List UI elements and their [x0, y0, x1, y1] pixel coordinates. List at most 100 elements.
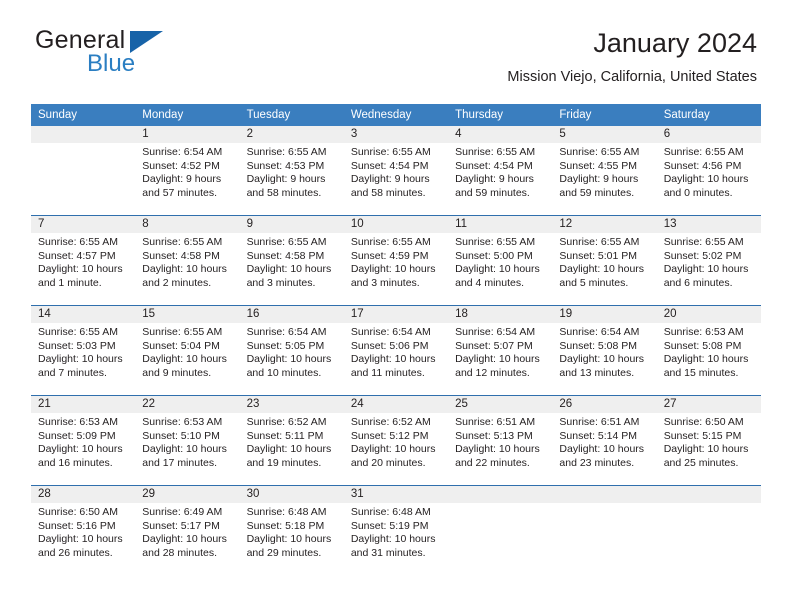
brand-name-blue: Blue	[87, 50, 136, 77]
weekday-header-thursday: Thursday	[455, 109, 504, 121]
sunset-text: Sunset: 5:12 PM	[350, 429, 429, 442]
day-cell[interactable]: Sunrise: 6:49 AM Sunset: 5:17 PM Dayligh…	[135, 503, 239, 575]
day-number[interactable]	[448, 486, 552, 503]
day-cell[interactable]: Sunrise: 6:54 AM Sunset: 5:06 PM Dayligh…	[344, 323, 448, 395]
daylight-text: Daylight: 10 hours and 12 minutes.	[455, 353, 540, 379]
day-cell[interactable]: Sunrise: 6:53 AM Sunset: 5:09 PM Dayligh…	[31, 413, 135, 485]
day-cell[interactable]: Sunrise: 6:55 AM Sunset: 5:02 PM Dayligh…	[657, 233, 761, 305]
day-cell[interactable]: Sunrise: 6:54 AM Sunset: 5:07 PM Dayligh…	[448, 323, 552, 395]
calendar-week-row: 7 8 9 10 11 12 13 Sunrise: 6:55 AM Sunse…	[31, 215, 761, 305]
day-cell[interactable]: Sunrise: 6:55 AM Sunset: 4:58 PM Dayligh…	[240, 233, 344, 305]
day-number[interactable]: 3	[344, 126, 448, 143]
day-cell[interactable]	[552, 503, 656, 575]
day-number[interactable]: 31	[344, 486, 448, 503]
day-cell[interactable]: Sunrise: 6:55 AM Sunset: 5:00 PM Dayligh…	[448, 233, 552, 305]
day-cell[interactable]: Sunrise: 6:54 AM Sunset: 5:08 PM Dayligh…	[552, 323, 656, 395]
day-cell[interactable]: Sunrise: 6:53 AM Sunset: 5:10 PM Dayligh…	[135, 413, 239, 485]
day-number[interactable]: 11	[448, 216, 552, 233]
day-cell[interactable]: Sunrise: 6:55 AM Sunset: 5:04 PM Dayligh…	[135, 323, 239, 395]
day-number[interactable]	[552, 486, 656, 503]
day-number-row: 28 29 30 31	[31, 486, 761, 503]
day-cell[interactable]: Sunrise: 6:55 AM Sunset: 4:59 PM Dayligh…	[344, 233, 448, 305]
day-number[interactable]: 20	[657, 306, 761, 323]
day-number[interactable]	[31, 126, 135, 143]
day-cell[interactable]: Sunrise: 6:55 AM Sunset: 4:54 PM Dayligh…	[344, 143, 448, 215]
day-number[interactable]: 6	[657, 126, 761, 143]
daylight-text: Daylight: 10 hours and 23 minutes.	[559, 443, 645, 469]
day-number[interactable]: 17	[344, 306, 448, 323]
sunrise-text: Sunrise: 6:55 AM	[559, 236, 640, 248]
day-number[interactable]: 18	[448, 306, 552, 323]
day-number[interactable]: 30	[240, 486, 344, 503]
day-number[interactable]: 5	[552, 126, 656, 143]
day-cell[interactable]: Sunrise: 6:50 AM Sunset: 5:16 PM Dayligh…	[31, 503, 135, 575]
daylight-text: Daylight: 10 hours and 17 minutes.	[142, 443, 227, 469]
day-cell[interactable]: Sunrise: 6:55 AM Sunset: 4:57 PM Dayligh…	[31, 233, 135, 305]
day-cell[interactable]: Sunrise: 6:48 AM Sunset: 5:19 PM Dayligh…	[344, 503, 448, 575]
day-cell[interactable]: Sunrise: 6:48 AM Sunset: 5:18 PM Dayligh…	[240, 503, 344, 575]
daylight-text: Daylight: 10 hours and 4 minutes.	[455, 263, 540, 289]
daylight-text: Daylight: 10 hours and 11 minutes.	[350, 353, 436, 379]
day-number[interactable]: 24	[344, 396, 448, 413]
day-number[interactable]: 22	[135, 396, 239, 413]
day-number[interactable]: 28	[31, 486, 135, 503]
day-number[interactable]: 21	[31, 396, 135, 413]
day-number[interactable]: 29	[135, 486, 239, 503]
day-cell[interactable]: Sunrise: 6:52 AM Sunset: 5:12 PM Dayligh…	[344, 413, 448, 485]
sunrise-text: Sunrise: 6:55 AM	[142, 326, 223, 338]
day-number[interactable]: 27	[657, 396, 761, 413]
daylight-text: Daylight: 10 hours and 7 minutes.	[38, 353, 123, 379]
sunset-text: Sunset: 5:18 PM	[246, 519, 325, 532]
page-title: January 2024	[593, 28, 757, 58]
day-cell[interactable]: Sunrise: 6:52 AM Sunset: 5:11 PM Dayligh…	[240, 413, 344, 485]
daylight-text: Daylight: 10 hours and 13 minutes.	[559, 353, 645, 379]
day-number[interactable]: 10	[344, 216, 448, 233]
day-cell[interactable]: Sunrise: 6:50 AM Sunset: 5:15 PM Dayligh…	[657, 413, 761, 485]
day-number[interactable]: 12	[552, 216, 656, 233]
day-detail-row: Sunrise: 6:55 AM Sunset: 4:57 PM Dayligh…	[31, 233, 761, 305]
day-number[interactable]: 26	[552, 396, 656, 413]
day-cell[interactable]: Sunrise: 6:55 AM Sunset: 4:53 PM Dayligh…	[240, 143, 344, 215]
day-number[interactable]	[657, 486, 761, 503]
day-cell[interactable]: Sunrise: 6:51 AM Sunset: 5:13 PM Dayligh…	[448, 413, 552, 485]
day-number[interactable]: 13	[657, 216, 761, 233]
daylight-text: Daylight: 10 hours and 19 minutes.	[246, 443, 332, 469]
day-number[interactable]: 15	[135, 306, 239, 323]
day-cell[interactable]: Sunrise: 6:55 AM Sunset: 4:56 PM Dayligh…	[657, 143, 761, 215]
daylight-text: Daylight: 9 hours and 58 minutes.	[246, 173, 326, 199]
page-header: General Blue January 2024 Mission Viejo,…	[35, 26, 757, 96]
day-number[interactable]: 8	[135, 216, 239, 233]
sunset-text: Sunset: 5:08 PM	[559, 339, 638, 352]
day-cell[interactable]: Sunrise: 6:54 AM Sunset: 5:05 PM Dayligh…	[240, 323, 344, 395]
day-cell[interactable]	[31, 143, 135, 215]
day-number[interactable]: 16	[240, 306, 344, 323]
sunset-text: Sunset: 4:53 PM	[246, 159, 325, 172]
day-cell[interactable]: Sunrise: 6:55 AM Sunset: 5:03 PM Dayligh…	[31, 323, 135, 395]
day-number[interactable]: 14	[31, 306, 135, 323]
day-number[interactable]: 23	[240, 396, 344, 413]
day-cell[interactable]	[657, 503, 761, 575]
day-number[interactable]: 4	[448, 126, 552, 143]
day-cell[interactable]: Sunrise: 6:55 AM Sunset: 5:01 PM Dayligh…	[552, 233, 656, 305]
sunrise-text: Sunrise: 6:54 AM	[455, 326, 536, 338]
day-number[interactable]: 2	[240, 126, 344, 143]
day-number[interactable]: 7	[31, 216, 135, 233]
sunrise-text: Sunrise: 6:51 AM	[455, 416, 536, 428]
day-cell[interactable]: Sunrise: 6:55 AM Sunset: 4:58 PM Dayligh…	[135, 233, 239, 305]
day-number[interactable]: 1	[135, 126, 239, 143]
daylight-text: Daylight: 9 hours and 59 minutes.	[559, 173, 639, 199]
day-cell[interactable]: Sunrise: 6:55 AM Sunset: 4:55 PM Dayligh…	[552, 143, 656, 215]
sunrise-text: Sunrise: 6:53 AM	[142, 416, 223, 428]
day-cell[interactable]: Sunrise: 6:51 AM Sunset: 5:14 PM Dayligh…	[552, 413, 656, 485]
sunrise-text: Sunrise: 6:53 AM	[38, 416, 118, 428]
day-cell[interactable]: Sunrise: 6:53 AM Sunset: 5:08 PM Dayligh…	[657, 323, 761, 395]
day-number[interactable]: 25	[448, 396, 552, 413]
day-number[interactable]: 19	[552, 306, 656, 323]
day-number[interactable]: 9	[240, 216, 344, 233]
title-block: January 2024 Mission Viejo, California, …	[507, 26, 757, 88]
day-cell[interactable]: Sunrise: 6:55 AM Sunset: 4:54 PM Dayligh…	[448, 143, 552, 215]
day-cell[interactable]	[448, 503, 552, 575]
sunset-text: Sunset: 5:00 PM	[455, 249, 533, 262]
brand-logo[interactable]: General Blue	[35, 26, 235, 88]
day-cell[interactable]: Sunrise: 6:54 AM Sunset: 4:52 PM Dayligh…	[135, 143, 239, 215]
